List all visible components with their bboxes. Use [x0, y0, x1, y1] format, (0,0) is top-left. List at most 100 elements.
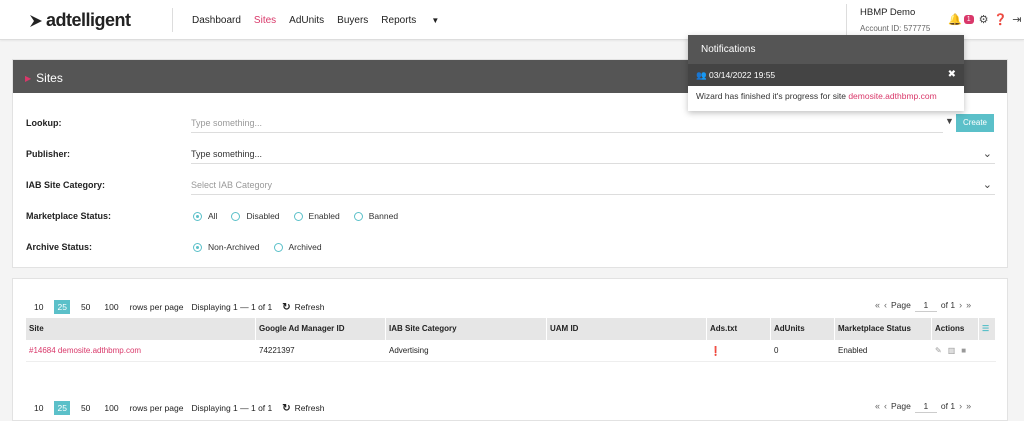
cell-adunits: 0: [774, 346, 779, 355]
close-icon[interactable]: ✖: [948, 69, 956, 80]
radio-circle: [293, 211, 303, 221]
first-page-icon[interactable]: «: [875, 300, 880, 310]
rows-per-page-100[interactable]: 100: [101, 401, 121, 415]
lookup-label: Lookup:: [26, 118, 62, 128]
col-gam-id[interactable]: Google Ad Manager ID: [256, 318, 386, 340]
radio-marketplace-banned[interactable]: Banned: [353, 211, 399, 221]
radio-circle: [273, 242, 283, 252]
table-pager-top: 10 25 50 100 rows per page Displaying 1 …: [31, 300, 324, 314]
notification-badge[interactable]: 1: [963, 15, 974, 24]
gear-icon[interactable]: ⚙: [979, 13, 989, 26]
refresh-icon: ↻: [282, 301, 291, 313]
rows-per-page-10[interactable]: 10: [31, 401, 46, 415]
radio-label: Banned: [368, 211, 399, 221]
site-link[interactable]: #14684 demosite.adthbmp.com: [29, 346, 141, 355]
rows-per-page-50[interactable]: 50: [78, 300, 93, 314]
nav-dashboard[interactable]: Dashboard: [192, 15, 241, 26]
radio-marketplace-disabled[interactable]: Disabled: [231, 211, 280, 221]
sites-table-card: 10 25 50 100 rows per page Displaying 1 …: [12, 278, 1008, 421]
refresh-icon: ↻: [282, 402, 291, 414]
account-name[interactable]: HBMP Demo: [860, 7, 915, 18]
col-uam-id[interactable]: UAM ID: [547, 318, 707, 340]
archive-status-label: Archive Status:: [26, 242, 93, 252]
first-page-icon[interactable]: «: [875, 401, 880, 411]
prev-page-icon[interactable]: ‹: [884, 401, 887, 411]
next-page-icon[interactable]: ›: [959, 300, 962, 310]
rows-per-page-25[interactable]: 25: [54, 300, 70, 314]
col-iab-category[interactable]: IAB Site Category: [386, 318, 547, 340]
publisher-label: Publisher:: [26, 149, 71, 159]
edit-icon[interactable]: ✎: [935, 340, 942, 361]
radio-archived[interactable]: Archived: [273, 242, 322, 252]
top-icons: 🔔 1 ⚙ ❓ ⇥: [948, 13, 1021, 26]
col-ads-txt[interactable]: Ads.txt: [707, 318, 771, 340]
nav-adunits[interactable]: AdUnits: [289, 15, 324, 26]
main-nav: Dashboard Sites AdUnits Buyers Reports ▼: [192, 15, 465, 26]
cell-gam-id: 74221397: [259, 346, 295, 355]
notification-timestamp: 03/14/2022 19:55: [708, 70, 776, 80]
stats-icon[interactable]: ▥: [948, 340, 956, 361]
radio-label: All: [208, 211, 218, 221]
cell-uam-id: [547, 340, 707, 361]
ads-txt-warning-icon[interactable]: ❗: [710, 346, 721, 356]
nav-divider: [172, 8, 173, 32]
cell-marketplace-status: Enabled: [838, 346, 868, 355]
create-button[interactable]: Create: [956, 114, 994, 132]
rows-per-page-10[interactable]: 10: [31, 300, 46, 314]
page-input[interactable]: 1: [914, 399, 937, 413]
row-actions: ✎ ▥ ■: [935, 340, 976, 361]
rows-per-page-50[interactable]: 50: [78, 401, 93, 415]
rows-per-page-100[interactable]: 100: [101, 300, 121, 314]
brand-logo[interactable]: adtelligent: [30, 10, 131, 31]
filter-icon[interactable]: ▼: [945, 116, 954, 126]
help-icon[interactable]: ❓: [993, 13, 1007, 26]
nav-sites[interactable]: Sites: [254, 15, 276, 26]
publisher-select[interactable]: Type something... ⌄: [191, 146, 995, 164]
brand-name: adtelligent: [46, 10, 131, 30]
col-site[interactable]: Site: [26, 318, 256, 340]
page-label: Page: [891, 401, 911, 411]
radio-non-archived[interactable]: Non-Archived: [193, 242, 260, 252]
displaying-count: Displaying 1 — 1 of 1: [191, 403, 273, 413]
table-pager-bottom: 10 25 50 100 rows per page Displaying 1 …: [31, 401, 324, 415]
lookup-input[interactable]: Type something...: [191, 115, 943, 133]
notification-item-header: 👥 03/14/2022 19:55 ✖: [688, 64, 964, 86]
refresh-button[interactable]: ↻ Refresh: [282, 403, 324, 414]
notification-text: Wizard has finished it's progress for si…: [696, 91, 849, 101]
account-divider: [846, 4, 847, 36]
notification-site-link[interactable]: demosite.adthbmp.com: [848, 91, 936, 101]
last-page-icon[interactable]: »: [966, 401, 971, 411]
nav-reports[interactable]: Reports ▼: [381, 15, 452, 26]
next-page-icon[interactable]: ›: [959, 401, 962, 411]
col-adunits[interactable]: AdUnits: [771, 318, 835, 340]
account-id: Account ID: 577775: [860, 24, 931, 33]
rows-per-page-label: rows per page: [129, 403, 184, 413]
archive-status-group: Non-Archived Archived: [193, 242, 322, 252]
displaying-count: Displaying 1 — 1 of 1: [191, 302, 273, 312]
page-nav-top: « ‹ Page 1 of 1 › »: [875, 298, 971, 312]
radio-marketplace-enabled[interactable]: Enabled: [293, 211, 340, 221]
marketplace-status-group: All Disabled Enabled Banned: [193, 211, 398, 221]
logout-icon[interactable]: ⇥: [1012, 13, 1021, 26]
iab-category-select[interactable]: Select IAB Category ⌄: [191, 177, 995, 195]
radio-circle: [193, 211, 202, 221]
last-page-icon[interactable]: »: [966, 300, 971, 310]
top-navbar: adtelligent Dashboard Sites AdUnits Buye…: [0, 0, 1024, 40]
page-label: Page: [891, 300, 911, 310]
radio-circle: [353, 211, 363, 221]
archive-icon[interactable]: ■: [961, 340, 966, 361]
radio-marketplace-all[interactable]: All: [193, 211, 217, 221]
page-input[interactable]: 1: [914, 298, 937, 312]
prev-page-icon[interactable]: ‹: [884, 300, 887, 310]
bell-icon[interactable]: 🔔: [948, 13, 962, 26]
iab-category-placeholder: Select IAB Category: [191, 180, 273, 190]
refresh-button[interactable]: ↻ Refresh: [282, 302, 324, 313]
chevron-down-icon: ⌄: [982, 148, 992, 160]
radio-circle: [231, 211, 241, 221]
nav-buyers[interactable]: Buyers: [337, 15, 368, 26]
rows-per-page-25[interactable]: 25: [54, 401, 70, 415]
column-settings-icon[interactable]: ☰: [979, 318, 996, 340]
nav-reports-label: Reports: [381, 15, 417, 26]
col-marketplace-status[interactable]: Marketplace Status: [835, 318, 932, 340]
page-nav-bottom: « ‹ Page 1 of 1 › »: [875, 399, 971, 413]
